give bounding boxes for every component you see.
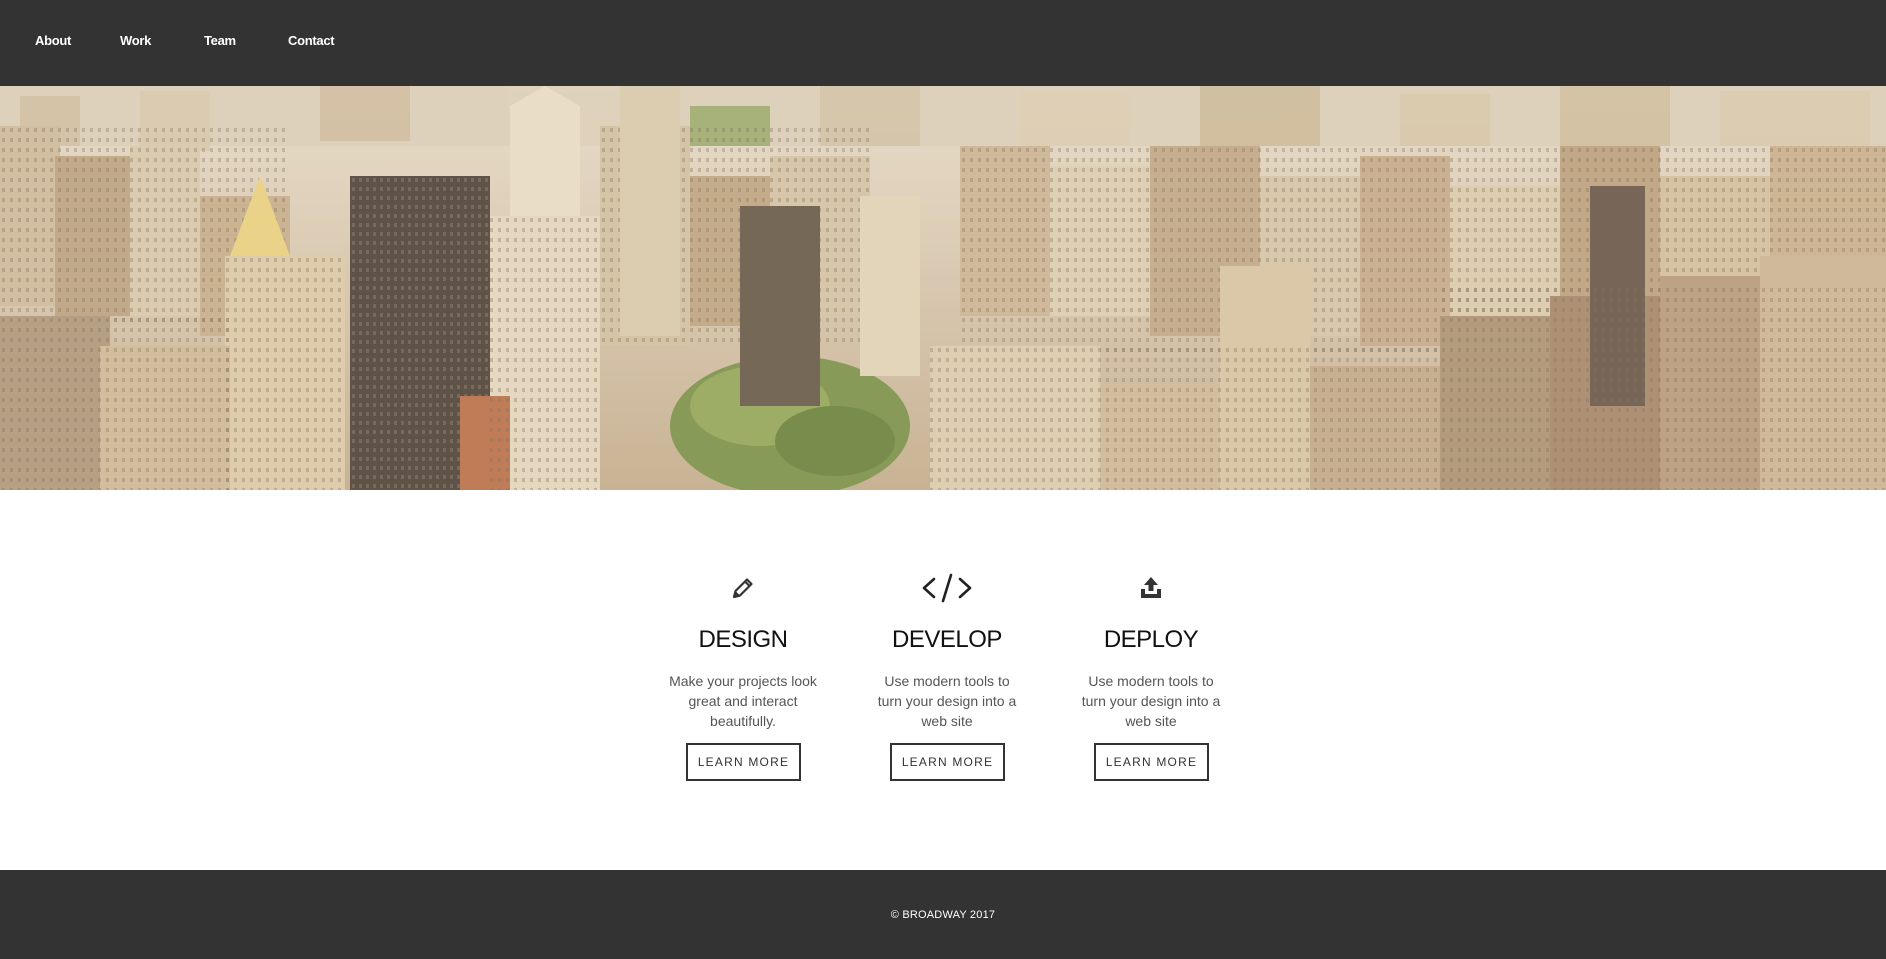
top-navigation: About Work Team Contact bbox=[0, 0, 1886, 86]
copyright-text: © BROADWAY 2017 bbox=[890, 909, 996, 921]
learn-more-button[interactable]: LEARN MORE bbox=[890, 743, 1005, 781]
pencil-icon bbox=[663, 570, 823, 606]
feature-title: DEPLOY bbox=[1103, 626, 1199, 653]
feature-description: Use modern tools to turn your design int… bbox=[877, 673, 1017, 729]
nav-link-work[interactable]: Work bbox=[120, 33, 151, 48]
footer: © BROADWAY 2017 bbox=[0, 870, 1886, 959]
nav-link-contact[interactable]: Contact bbox=[288, 33, 335, 48]
city-aerial-photo bbox=[0, 86, 1886, 490]
learn-more-button[interactable]: LEARN MORE bbox=[686, 743, 801, 781]
nav-link-about[interactable]: About bbox=[35, 33, 71, 48]
feature-description: Make your projects look great and intera… bbox=[669, 673, 817, 729]
feature-title: DESIGN bbox=[698, 626, 788, 653]
hero-banner bbox=[0, 86, 1886, 490]
features-section: DESIGN Make your projects look great and… bbox=[0, 490, 1886, 870]
feature-title: DEVELOP bbox=[892, 626, 1002, 653]
learn-more-button[interactable]: LEARN MORE bbox=[1094, 743, 1209, 781]
nav-link-team[interactable]: Team bbox=[204, 33, 236, 48]
upload-icon bbox=[1071, 570, 1231, 606]
code-icon bbox=[867, 570, 1027, 606]
feature-description: Use modern tools to turn your design int… bbox=[1081, 673, 1221, 729]
